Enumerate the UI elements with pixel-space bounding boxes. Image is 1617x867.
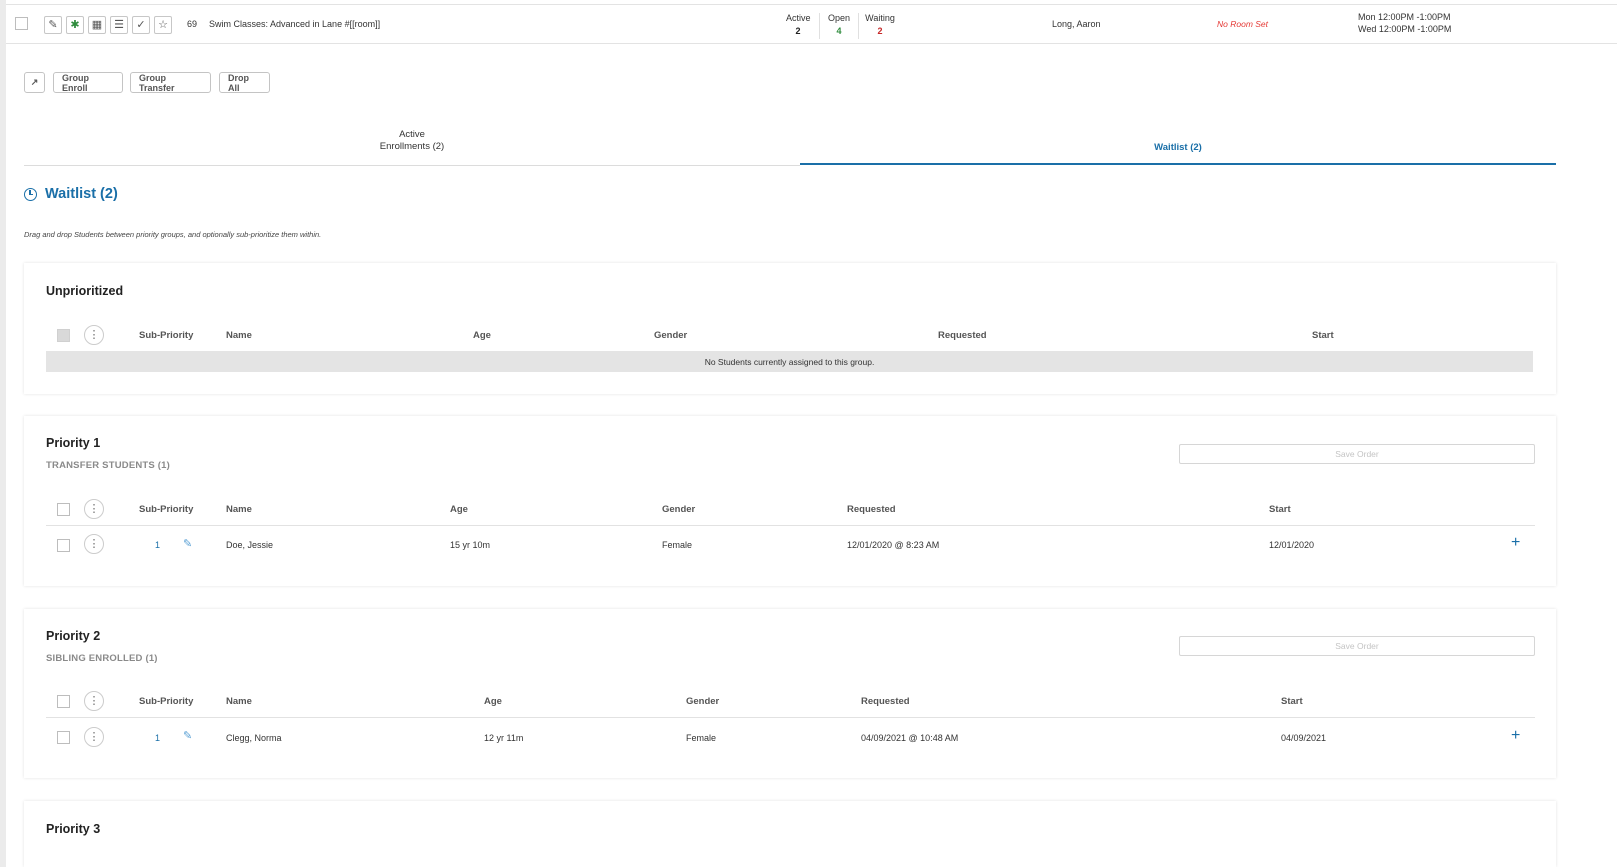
class-row-checkbox[interactable] [15, 17, 28, 30]
pencil-icon[interactable]: ✎ [44, 16, 62, 34]
tab-active-enrollments[interactable]: Active Enrollments (2) [24, 129, 800, 153]
room-status: No Room Set [1217, 19, 1269, 29]
plus-icon[interactable]: + [1511, 535, 1520, 551]
student-name[interactable]: Doe, Jessie [226, 540, 273, 550]
stat-active-label: Active [786, 13, 811, 23]
column-header[interactable]: Start [1312, 330, 1334, 341]
tab-active-line2: Enrollments (2) [379, 141, 445, 152]
column-header[interactable]: Gender [662, 504, 695, 515]
student-age: 12 yr 11m [484, 733, 524, 743]
stat-open-label: Open [827, 13, 851, 23]
column-header[interactable]: Gender [654, 330, 687, 341]
select-all-checkbox[interactable] [57, 503, 70, 516]
column-header[interactable]: Start [1281, 696, 1303, 707]
group-title: Priority 3 [46, 822, 101, 836]
column-header[interactable]: Name [226, 696, 252, 707]
stat-waiting-value: 2 [877, 26, 883, 36]
schedule-line: Mon 12:00PM -1:00PM [1358, 12, 1451, 22]
waitlist-description: Drag and drop Students between priority … [24, 230, 322, 239]
edit-pencil-icon[interactable]: ✎ [183, 537, 192, 550]
stat-divider [858, 13, 859, 39]
group-priority-3: Priority 3 [24, 801, 1556, 867]
group-subtitle: SIBLING ENROLLED (1) [46, 653, 158, 664]
column-header[interactable]: Requested [938, 330, 987, 341]
more-options-icon[interactable]: ⋮ [84, 691, 104, 711]
stat-waiting-label: Waiting [865, 13, 895, 23]
star-icon[interactable]: ☆ [154, 16, 172, 34]
student-gender: Female [686, 733, 717, 743]
group-enroll-button[interactable]: Group Enroll [53, 72, 123, 93]
column-header[interactable]: Sub-Priority [139, 504, 193, 515]
save-order-button[interactable]: Save Order [1179, 444, 1535, 464]
group-priority-1: Priority 1 TRANSFER STUDENTS (1) Save Or… [24, 416, 1556, 586]
column-header[interactable]: Gender [686, 696, 719, 707]
group-title: Priority 1 [46, 436, 101, 450]
class-title[interactable]: Swim Classes: Advanced in Lane #[[room]] [209, 19, 380, 29]
check-icon[interactable]: ✓ [132, 16, 150, 34]
column-header[interactable]: Start [1269, 504, 1291, 515]
tab-active-line1: Active [399, 129, 425, 140]
class-row[interactable]: ✎ ✱ ▦ ☰ ✓ ☆ 69 Swim Classes: Advanced in… [6, 4, 1617, 44]
schedule-line: Wed 12:00PM -1:00PM [1358, 24, 1452, 34]
tab-active-indicator [800, 163, 1556, 165]
select-all-checkbox[interactable] [57, 695, 70, 708]
more-options-icon[interactable]: ⋮ [84, 534, 104, 554]
group-title: Priority 2 [46, 629, 101, 643]
row-checkbox[interactable] [57, 731, 70, 744]
column-header[interactable]: Requested [847, 504, 896, 515]
tab-waitlist[interactable]: Waitlist (2) [800, 142, 1556, 154]
select-all-checkbox[interactable] [57, 329, 70, 342]
stat-open: Open 4 [826, 12, 852, 38]
clock-icon [24, 188, 37, 201]
header-divider [46, 525, 1535, 526]
group-priority-2: Priority 2 SIBLING ENROLLED (1) Save Ord… [24, 609, 1556, 778]
student-age: 15 yr 10m [450, 540, 491, 550]
column-header[interactable]: Name [226, 504, 252, 515]
start-date: 04/09/2021 [1281, 733, 1327, 743]
stat-divider [819, 13, 820, 39]
more-options-icon[interactable]: ⋮ [84, 325, 104, 345]
column-header[interactable]: Age [473, 330, 491, 341]
stat-open-value: 4 [836, 26, 842, 36]
student-gender: Female [662, 540, 693, 550]
requested-date: 12/01/2020 @ 8:23 AM [847, 540, 940, 550]
column-header[interactable]: Age [484, 696, 502, 707]
requested-date: 04/09/2021 @ 10:48 AM [861, 733, 959, 743]
drop-all-button[interactable]: Drop All [219, 72, 270, 93]
column-header[interactable]: Age [450, 504, 468, 515]
stat-active-value: 2 [795, 26, 801, 36]
column-header[interactable]: Sub-Priority [139, 696, 193, 707]
student-name[interactable]: Clegg, Norma [226, 733, 282, 743]
start-date: 12/01/2020 [1269, 540, 1315, 550]
magic-wand-icon[interactable]: ↗ [24, 72, 45, 93]
group-transfer-button[interactable]: Group Transfer [130, 72, 211, 93]
sub-priority-value[interactable]: 1 [155, 540, 160, 550]
column-header[interactable]: Requested [861, 696, 910, 707]
page-frame: ✎ ✱ ▦ ☰ ✓ ☆ 69 Swim Classes: Advanced in… [6, 0, 1617, 867]
group-subtitle: TRANSFER STUDENTS (1) [46, 460, 171, 471]
stat-active: Active 2 [786, 12, 811, 38]
more-options-icon[interactable]: ⋮ [84, 727, 104, 747]
save-order-button[interactable]: Save Order [1179, 636, 1535, 656]
column-header[interactable]: Name [226, 330, 252, 341]
header-divider [46, 717, 1535, 718]
waitlist-title: Waitlist (2) [45, 186, 118, 202]
group-unprioritized: Unprioritized ⋮ Sub-Priority Name Age Ge… [24, 263, 1556, 394]
class-number: 69 [187, 19, 198, 29]
more-options-icon[interactable]: ⋮ [84, 499, 104, 519]
list-icon[interactable]: ☰ [110, 16, 128, 34]
stat-waiting: Waiting 2 [863, 12, 897, 38]
group-title: Unprioritized [46, 284, 124, 298]
sub-priority-value[interactable]: 1 [155, 733, 160, 743]
edit-pencil-icon[interactable]: ✎ [183, 729, 192, 742]
calendar-icon[interactable]: ▦ [88, 16, 106, 34]
row-checkbox[interactable] [57, 539, 70, 552]
empty-group-message: No Students currently assigned to this g… [46, 351, 1533, 372]
instructor-name: Long, Aaron [1052, 19, 1101, 29]
plus-icon[interactable]: + [1511, 728, 1520, 744]
people-icon[interactable]: ✱ [66, 16, 84, 34]
tab-divider [24, 165, 800, 166]
column-header[interactable]: Sub-Priority [139, 330, 193, 341]
